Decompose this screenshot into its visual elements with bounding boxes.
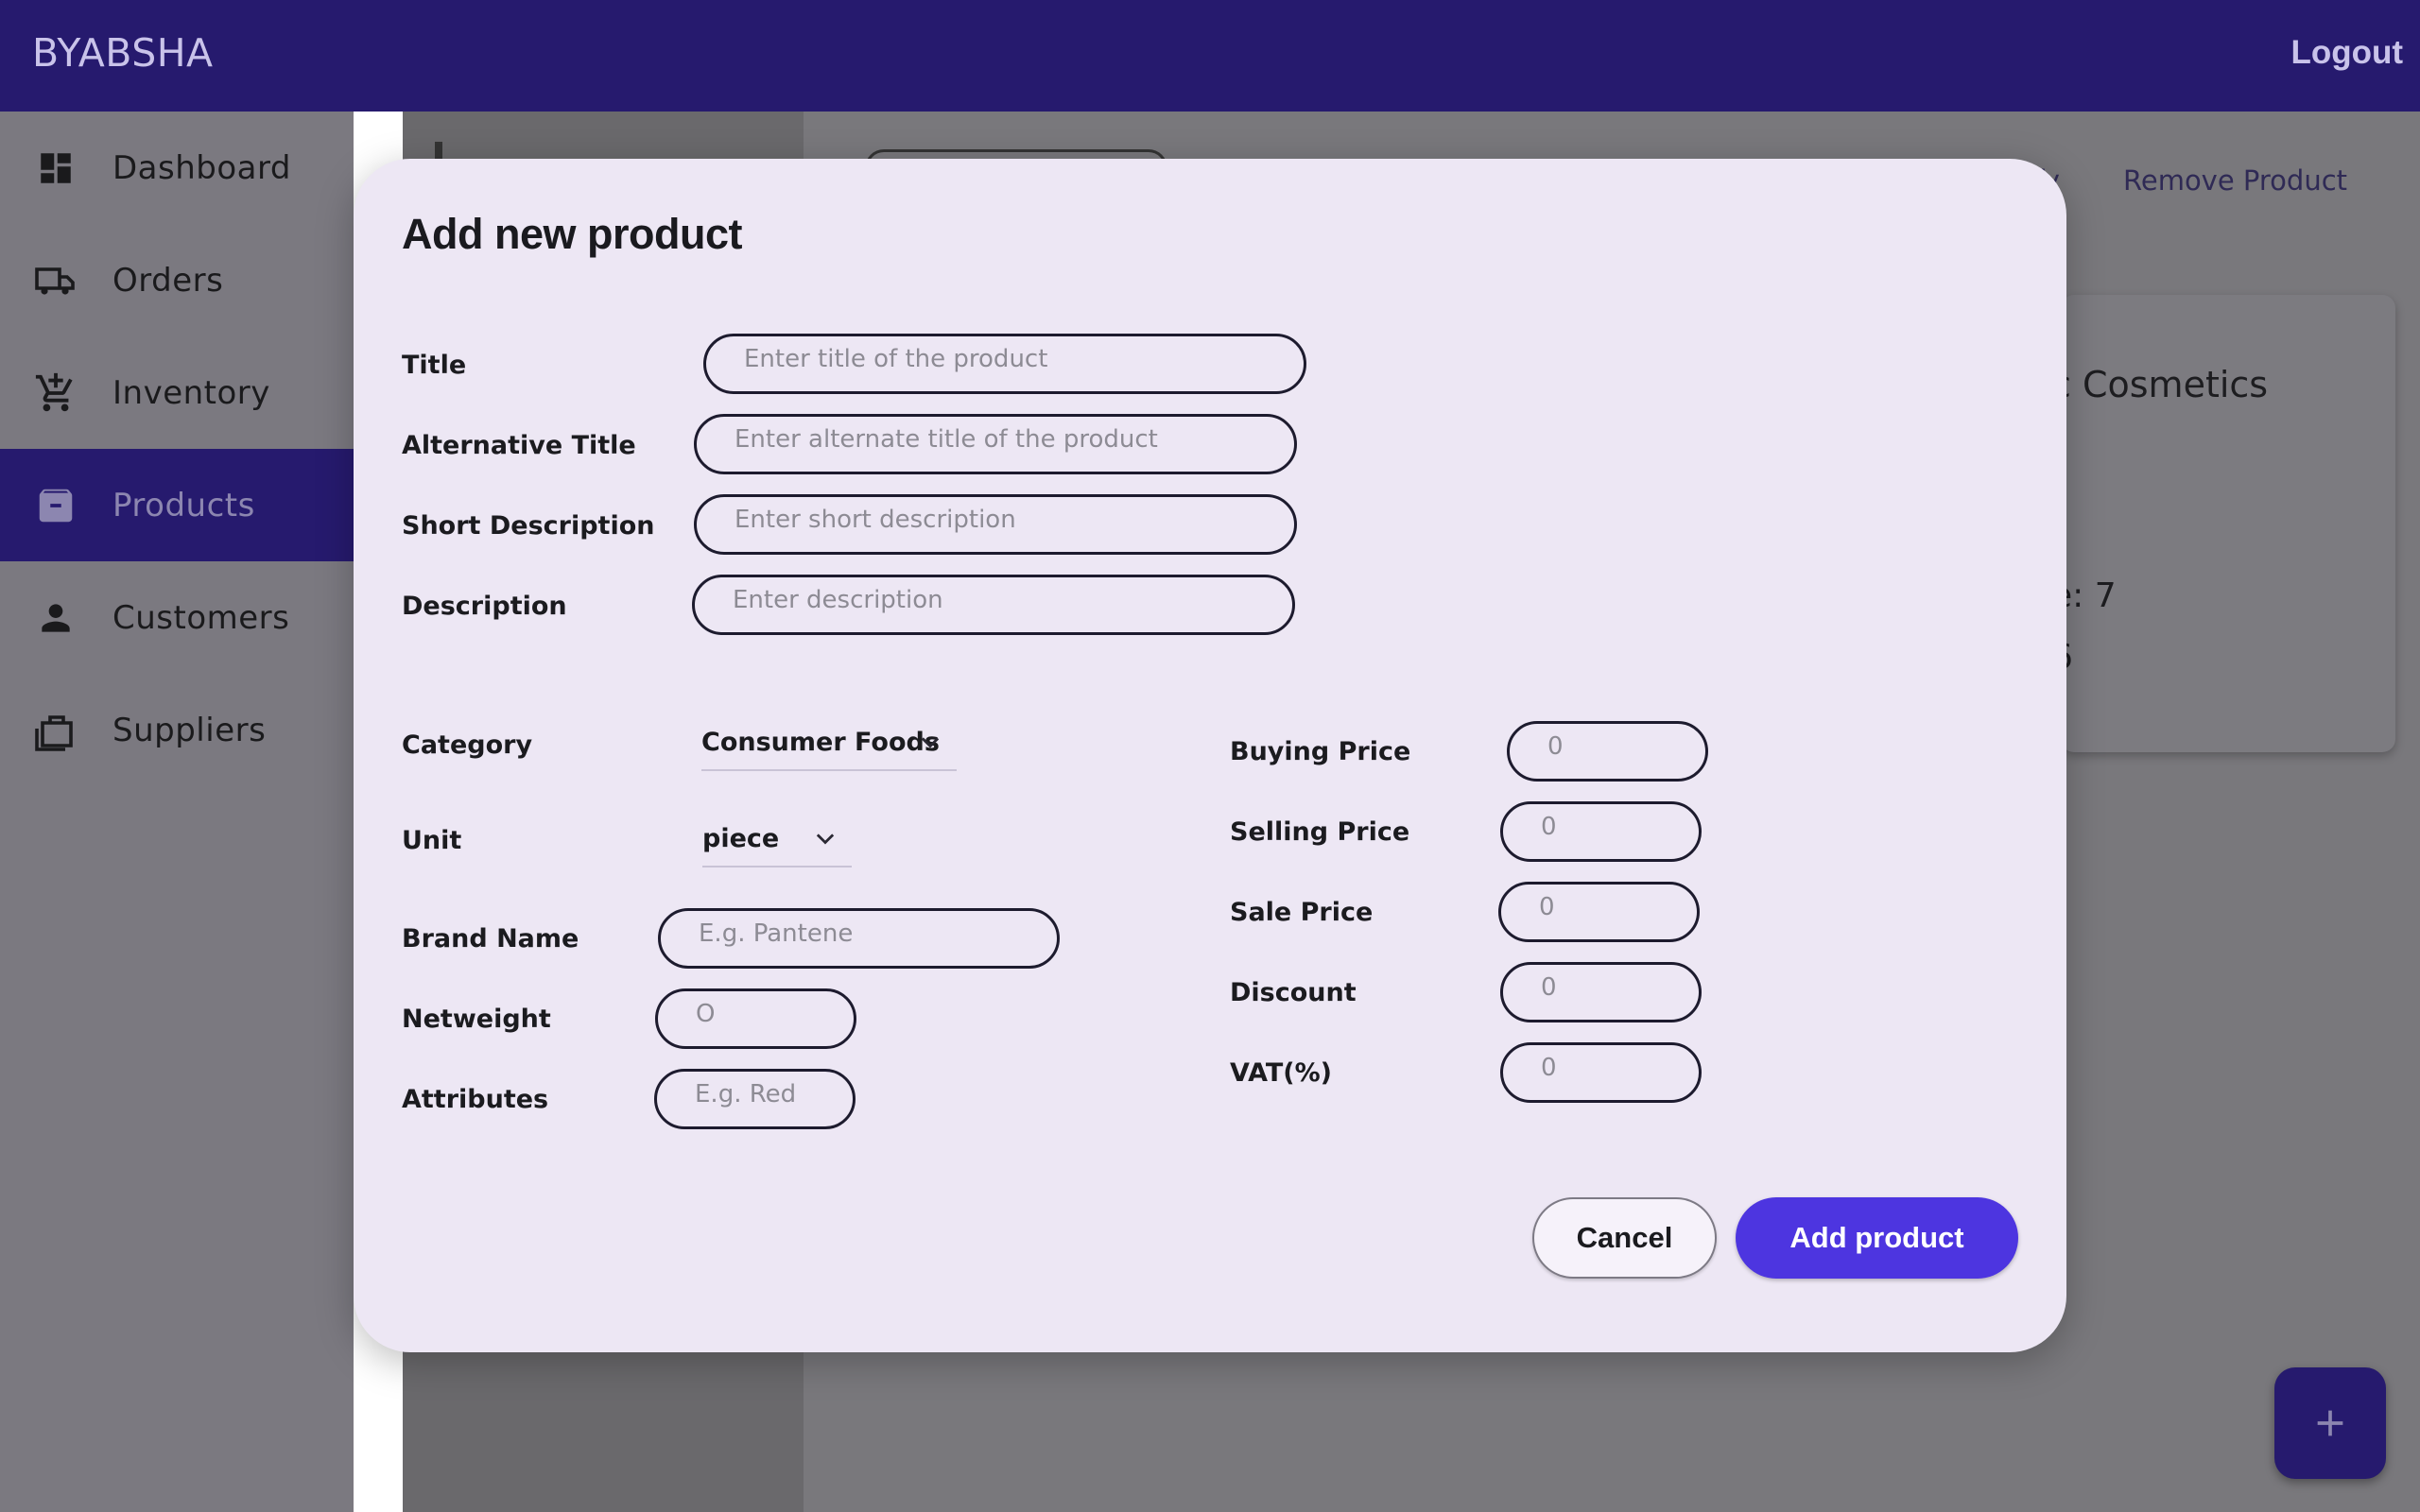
short-description-input[interactable] xyxy=(694,494,1297,555)
sale-price-label: Sale Price xyxy=(1230,898,1374,927)
brand-name-input-control[interactable] xyxy=(699,911,1038,966)
cart-icon xyxy=(32,369,79,417)
category-value: Consumer Foods xyxy=(701,727,940,757)
netweight-label: Netweight xyxy=(402,1005,551,1034)
brand-name-input[interactable] xyxy=(658,908,1060,969)
netweight-input-control[interactable] xyxy=(696,991,835,1046)
sidebar-item-customers[interactable]: Customers xyxy=(0,561,354,674)
attributes-input[interactable] xyxy=(654,1069,856,1129)
add-product-button[interactable]: Add product xyxy=(1736,1197,2018,1279)
vat-input[interactable] xyxy=(1500,1042,1702,1103)
unit-select[interactable]: piece xyxy=(702,811,852,868)
sale-price-input[interactable] xyxy=(1498,882,1700,942)
unit-value: piece xyxy=(702,823,780,853)
person-icon xyxy=(32,594,79,642)
category-select[interactable]: Consumer Foods xyxy=(701,714,957,771)
short-description-input-control[interactable] xyxy=(735,497,1275,552)
sidebar-item-label: Dashboard xyxy=(112,148,291,187)
sidebar-item-inventory[interactable]: Inventory xyxy=(0,336,354,449)
selling-price-label: Selling Price xyxy=(1230,817,1410,847)
sidebar-item-label: Inventory xyxy=(112,373,270,412)
vat-input-control[interactable] xyxy=(1541,1045,1680,1100)
chevron-down-icon xyxy=(816,833,835,845)
sidebar-item-suppliers[interactable]: Suppliers xyxy=(0,674,354,786)
attributes-input-control[interactable] xyxy=(695,1072,834,1126)
title-input[interactable] xyxy=(703,334,1306,394)
logout-button[interactable]: Logout xyxy=(2290,34,2403,72)
category-label: Category xyxy=(402,730,533,760)
description-label: Description xyxy=(402,592,567,621)
sidebar: Dashboard Orders Inventory Products Cust… xyxy=(0,112,354,1512)
brand-logo[interactable]: BYABSHA xyxy=(32,30,214,76)
discount-input[interactable] xyxy=(1500,962,1702,1022)
short-description-label: Short Description xyxy=(402,511,655,541)
discount-input-control[interactable] xyxy=(1541,965,1680,1020)
product-card-title: c Cosmetics xyxy=(2051,364,2269,405)
remove-product-link[interactable]: Remove Product xyxy=(2123,164,2347,197)
description-input[interactable] xyxy=(692,575,1295,635)
buying-price-input-control[interactable] xyxy=(1547,724,1686,779)
unit-label: Unit xyxy=(402,826,462,855)
dialog-title: Add new product xyxy=(402,210,742,258)
sidebar-item-dashboard[interactable]: Dashboard xyxy=(0,112,354,224)
alternative-title-label: Alternative Title xyxy=(402,431,636,460)
buying-price-label: Buying Price xyxy=(1230,737,1411,766)
description-input-control[interactable] xyxy=(733,577,1273,632)
buying-price-input[interactable] xyxy=(1507,721,1708,782)
attributes-label: Attributes xyxy=(402,1085,549,1114)
brand-name-label: Brand Name xyxy=(402,924,579,954)
truck-icon xyxy=(32,257,79,304)
vat-label: VAT(%) xyxy=(1230,1058,1333,1088)
alternative-title-input-control[interactable] xyxy=(735,417,1275,472)
discount-label: Discount xyxy=(1230,978,1357,1007)
archive-icon xyxy=(32,482,79,529)
sidebar-item-label: Products xyxy=(112,486,255,524)
sidebar-item-label: Orders xyxy=(112,261,224,300)
title-input-control[interactable] xyxy=(744,336,1285,391)
add-fab-button[interactable] xyxy=(2274,1367,2386,1479)
selling-price-input-control[interactable] xyxy=(1541,804,1680,859)
sidebar-item-label: Customers xyxy=(112,598,290,637)
cancel-button[interactable]: Cancel xyxy=(1532,1197,1717,1279)
app-bar: BYABSHA Logout xyxy=(0,0,2420,112)
sidebar-item-label: Suppliers xyxy=(112,711,267,749)
alternative-title-input[interactable] xyxy=(694,414,1297,474)
selling-price-input[interactable] xyxy=(1500,801,1702,862)
briefcase-icon xyxy=(32,707,79,754)
sidebar-item-orders[interactable]: Orders xyxy=(0,224,354,336)
sidebar-item-products[interactable]: Products xyxy=(0,449,354,561)
dashboard-icon xyxy=(32,145,79,192)
title-label: Title xyxy=(402,351,467,380)
netweight-input[interactable] xyxy=(655,988,856,1049)
sale-price-input-control[interactable] xyxy=(1539,885,1678,939)
plus-icon xyxy=(2317,1410,2343,1436)
chevron-down-icon xyxy=(921,737,940,748)
